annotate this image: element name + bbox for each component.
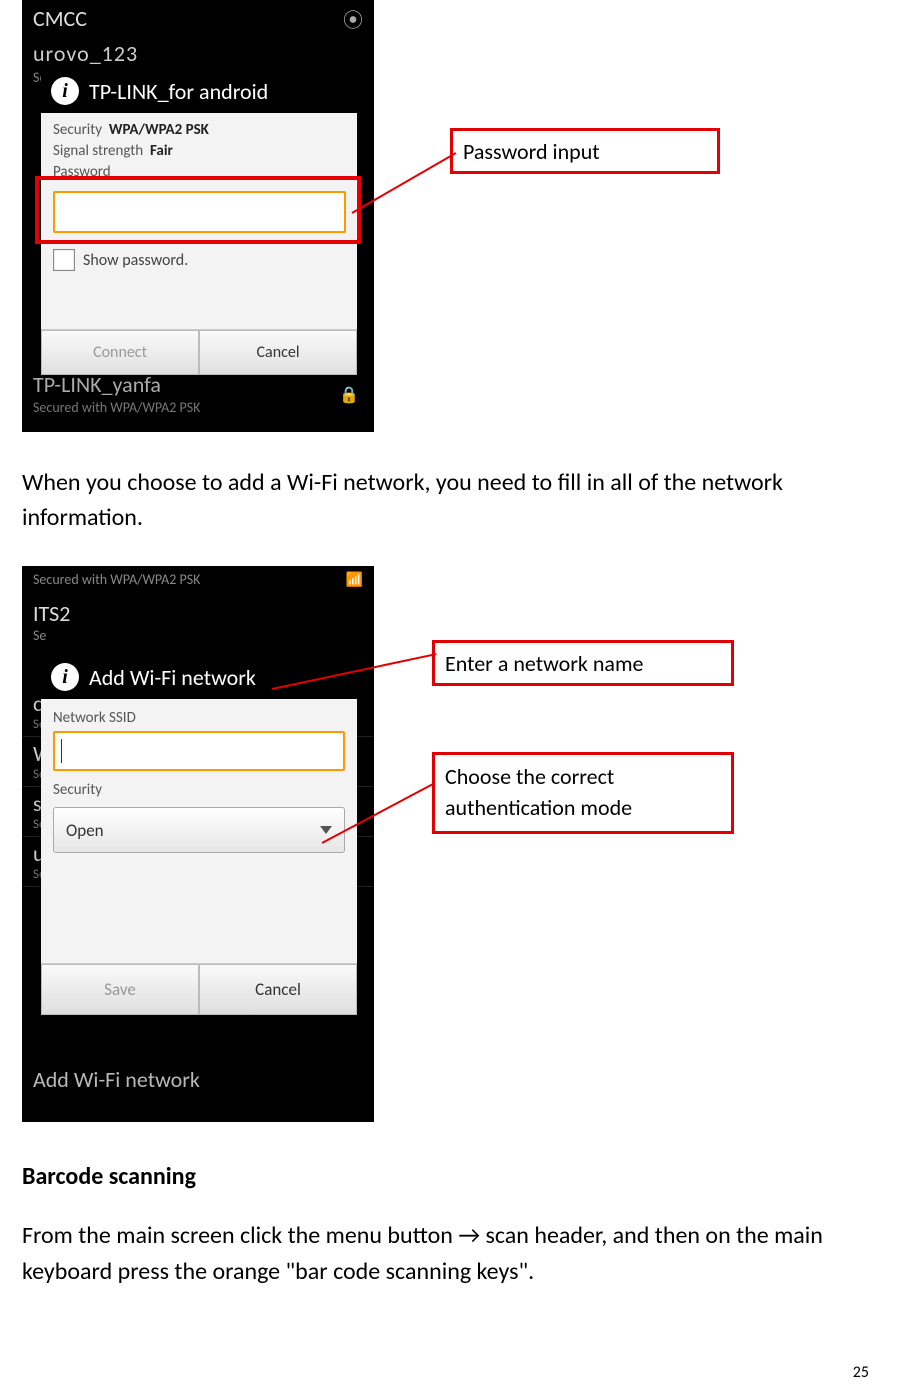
dialog-buttons: Connect Cancel <box>41 329 357 375</box>
info-icon: i <box>51 663 79 691</box>
signal-value: Fair <box>150 142 173 160</box>
callout-network-name-text: Enter a network name <box>445 650 643 677</box>
security-select-value: Open <box>66 820 104 841</box>
text-cursor <box>61 739 62 763</box>
cancel-button[interactable]: Cancel <box>199 964 357 1015</box>
wifi-connect-screenshot: CMCC ⦿ urovo_123 Se i TP-LINK_for androi… <box>22 0 374 432</box>
wifi-icon: ⦿ <box>343 4 363 33</box>
dialog-buttons: Save Cancel <box>41 963 357 1015</box>
dialog-title: Add Wi-Fi network <box>89 664 256 691</box>
add-wifi-screenshot: Secured with WPA/WPA2 PSK 📶 ITS2 Se cl S… <box>22 566 374 1122</box>
chevron-down-icon <box>320 826 332 834</box>
callout-network-name: Enter a network name <box>432 640 734 686</box>
show-password-checkbox[interactable] <box>53 249 75 271</box>
heading-barcode-scanning: Barcode scanning <box>22 1162 196 1191</box>
dialog-header: i TP-LINK_for android <box>41 69 357 113</box>
bg-network-its-sub: Se <box>23 627 373 650</box>
security-label: Security <box>41 771 357 803</box>
security-label: Security <box>53 121 102 139</box>
ssid-input[interactable] <box>53 731 345 771</box>
dialog-header: i Add Wi-Fi network <box>41 655 357 699</box>
bg-network-yanfa: TP-LINK_yanfa <box>33 371 161 398</box>
add-wifi-dialog: i Add Wi-Fi network Network SSID Securit… <box>41 655 357 1015</box>
security-select[interactable]: Open <box>53 807 345 853</box>
password-input[interactable] <box>53 191 346 233</box>
bg-add-wifi-row: Add Wi-Fi network <box>33 1066 200 1093</box>
callout-auth-mode-text: Choose the correct authentication mode <box>445 762 721 824</box>
wifi-icon: 📶 <box>346 571 363 588</box>
cancel-button[interactable]: Cancel <box>199 330 357 375</box>
info-icon: i <box>51 77 79 105</box>
show-password-row[interactable]: Show password. <box>53 249 188 271</box>
bg-network-cmcc: CMCC ⦿ <box>23 1 373 36</box>
bg-top-sub: Secured with WPA/WPA2 PSK <box>33 571 200 588</box>
bg-network-its: ITS2 <box>23 592 373 627</box>
bg-network-yanfa-sub: Secured with WPA/WPA2 PSK <box>33 399 200 416</box>
callout-auth-mode: Choose the correct authentication mode <box>432 752 734 834</box>
paragraph-barcode-scanning: From the main screen click the menu butt… <box>22 1218 839 1290</box>
paragraph-add-wifi: When you choose to add a Wi-Fi network, … <box>22 466 839 536</box>
lock-icon: 🔒 <box>339 385 359 405</box>
save-button[interactable]: Save <box>41 964 199 1015</box>
page-number: 25 <box>853 1363 869 1382</box>
security-value: WPA/WPA2 PSK <box>109 121 209 139</box>
bg-network-urovo: urovo_123 <box>23 36 373 69</box>
dialog-title: TP-LINK_for android <box>89 78 268 105</box>
callout-password-input: Password input <box>450 128 720 174</box>
network-name: CMCC <box>33 5 87 32</box>
callout-password-input-text: Password input <box>463 138 600 165</box>
signal-label: Signal strength <box>53 142 143 160</box>
show-password-label: Show password. <box>83 251 188 270</box>
connect-button[interactable]: Connect <box>41 330 199 375</box>
ssid-label: Network SSID <box>41 699 357 731</box>
bg-top-row: Secured with WPA/WPA2 PSK 📶 <box>23 567 373 592</box>
